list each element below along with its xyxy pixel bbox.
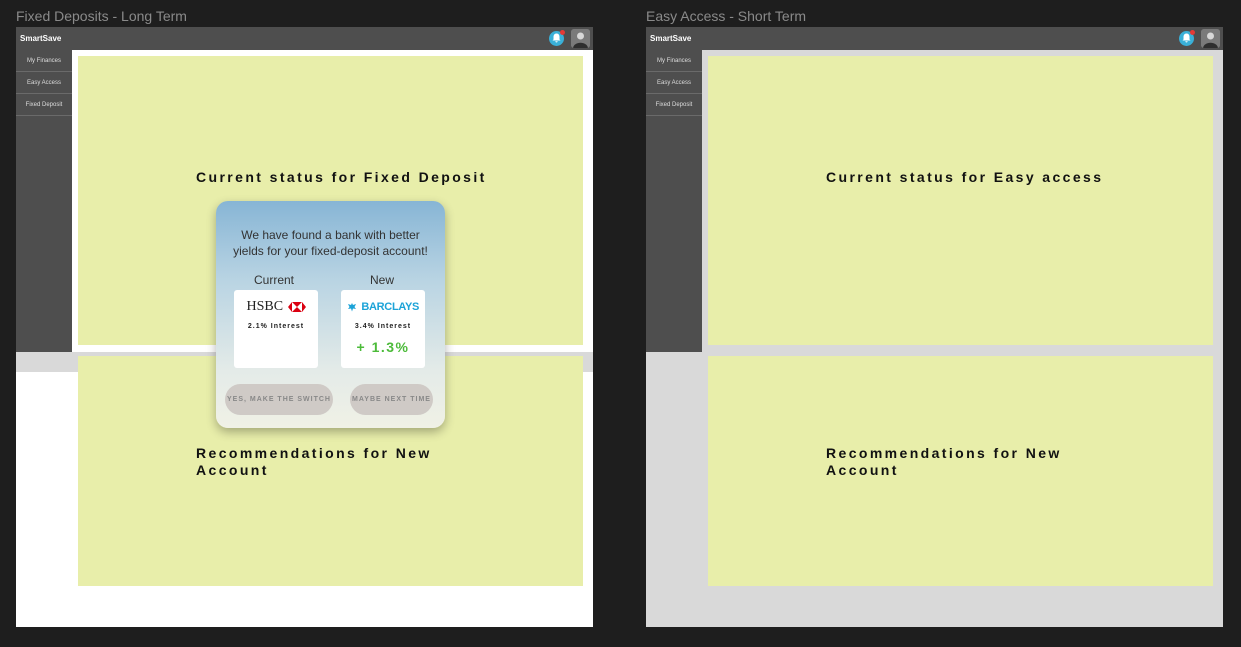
- top-bar: SmartSave: [646, 27, 1223, 50]
- popup-message: We have found a bank with better yields …: [233, 228, 428, 258]
- sidebar: My Finances Easy Access Fixed Deposit: [16, 50, 72, 352]
- sidebar-item-fixed-deposit[interactable]: Fixed Deposit: [16, 94, 72, 116]
- hsbc-logo-icon: [287, 301, 306, 312]
- frame-label: Fixed Deposits - Long Term: [16, 8, 187, 24]
- top-bar: SmartSave: [16, 27, 593, 50]
- current-bank-card: HSBC 2.1% Interest: [234, 290, 318, 368]
- avatar[interactable]: [571, 29, 590, 48]
- switch-bank-popup: We have found a bank with better yields …: [216, 201, 445, 428]
- current-label: Current: [253, 273, 294, 287]
- current-status-panel: Current status for Easy access: [708, 56, 1213, 345]
- app-brand[interactable]: SmartSave: [650, 34, 691, 43]
- new-label: New: [369, 273, 394, 287]
- panel-title: Current status for Easy access: [826, 169, 1104, 185]
- sidebar-item-my-finances[interactable]: My Finances: [646, 50, 702, 72]
- panel-title: Recommendations for New Account: [196, 445, 432, 478]
- new-bank-card: BARCLAYS 3.4% Interest + 1.3%: [341, 290, 425, 368]
- easy-access-screen: SmartSave My Finances Easy Access Fixed …: [646, 27, 1223, 627]
- notification-bell-icon[interactable]: [1179, 30, 1195, 46]
- bank-name: HSBC: [246, 298, 284, 314]
- notification-bell-icon[interactable]: [549, 30, 565, 46]
- notification-dot: [560, 30, 565, 35]
- panel-title: Recommendations for New Account: [826, 445, 1062, 478]
- barclays-eagle-icon: [347, 302, 356, 312]
- avatar[interactable]: [1201, 29, 1220, 48]
- rate-difference: + 1.3%: [356, 339, 410, 355]
- fixed-deposit-screen: SmartSave My Finances Easy Access Fixed …: [16, 27, 593, 627]
- hsbc-logo: HSBC: [234, 298, 318, 316]
- frame-label: Easy Access - Short Term: [646, 8, 807, 24]
- barclays-logo: BARCLAYS: [341, 298, 425, 316]
- new-interest-rate: 3.4% Interest: [354, 323, 412, 330]
- maybe-later-button[interactable]: MAYBE NEXT TIME: [350, 384, 433, 415]
- panel-title: Current status for Fixed Deposit: [196, 169, 487, 185]
- sidebar: My Finances Easy Access Fixed Deposit: [646, 50, 702, 352]
- sidebar-item-fixed-deposit[interactable]: Fixed Deposit: [646, 94, 702, 116]
- make-switch-button[interactable]: YES, MAKE THE SWITCH: [225, 384, 333, 415]
- notification-dot: [1190, 30, 1195, 35]
- sidebar-item-easy-access[interactable]: Easy Access: [646, 72, 702, 94]
- sidebar-item-easy-access[interactable]: Easy Access: [16, 72, 72, 94]
- recommendations-panel: Recommendations for New Account: [708, 356, 1213, 586]
- sidebar-item-my-finances[interactable]: My Finances: [16, 50, 72, 72]
- app-brand[interactable]: SmartSave: [20, 34, 61, 43]
- current-interest-rate: 2.1% Interest: [247, 323, 305, 330]
- bank-name: BARCLAYS: [361, 300, 420, 313]
